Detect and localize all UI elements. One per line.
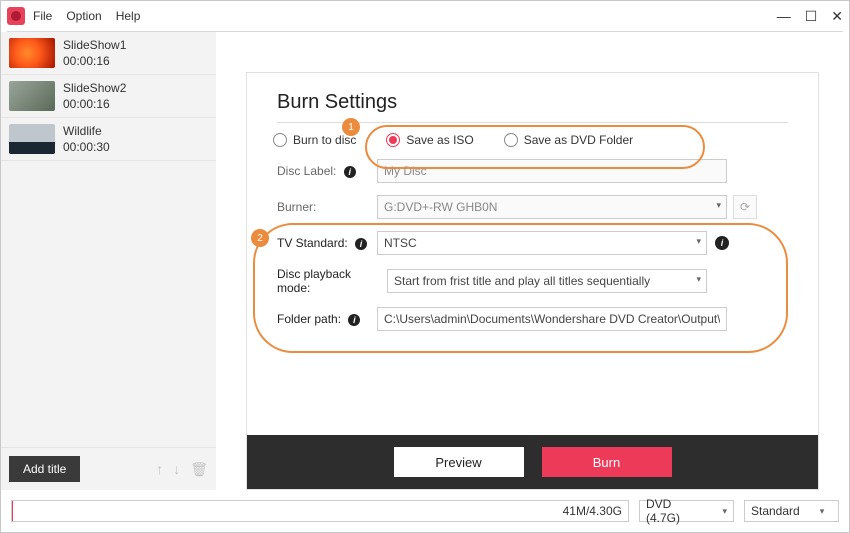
radio-label: Save as ISO <box>406 133 473 147</box>
callout-badge-2: 2 <box>251 229 269 247</box>
title-list: SlideShow1 00:00:16 SlideShow2 00:00:16 … <box>1 32 216 447</box>
sidebar-footer: Add title ↑ ↓ 🗑 <box>1 447 216 490</box>
quality-select[interactable]: Standard ▾ <box>744 500 839 522</box>
disc-size-progress: 41M/4.30G <box>11 500 629 522</box>
title-duration: 00:00:30 <box>63 140 110 154</box>
disc-size-text: 41M/4.30G <box>563 504 622 518</box>
info-icon[interactable]: i <box>715 236 729 250</box>
burn-button[interactable]: Burn <box>542 447 672 477</box>
radio-icon <box>504 133 518 147</box>
disc-type-select[interactable]: DVD (4.7G) ▾ <box>639 500 734 522</box>
callout-badge-1: 1 <box>342 118 360 136</box>
panel-title: Burn Settings <box>277 91 788 114</box>
add-title-button[interactable]: Add title <box>9 456 80 482</box>
minimize-icon[interactable]: — <box>777 8 791 24</box>
titlebar: File Option Help — ☐ ✕ <box>1 1 849 31</box>
progress-fill <box>12 501 13 521</box>
info-icon[interactable]: i <box>355 238 367 250</box>
maximize-icon[interactable]: ☐ <box>805 8 818 25</box>
info-icon[interactable]: i <box>348 314 360 326</box>
radio-save-as-dvd-folder[interactable]: Save as DVD Folder <box>504 133 633 147</box>
move-up-icon[interactable]: ↑ <box>156 461 163 478</box>
menu-file[interactable]: File <box>33 9 52 23</box>
thumbnail <box>9 81 55 111</box>
disc-type-value: DVD (4.7G) <box>646 497 702 525</box>
radio-icon <box>273 133 287 147</box>
action-bar: Preview Burn <box>247 435 818 489</box>
list-item[interactable]: SlideShow1 00:00:16 <box>1 32 216 75</box>
title-duration: 00:00:16 <box>63 54 126 68</box>
chevron-down-icon: ▾ <box>722 506 727 517</box>
chevron-down-icon: ▾ <box>820 506 825 517</box>
title-duration: 00:00:16 <box>63 97 126 111</box>
disc-label-input[interactable] <box>377 159 727 183</box>
radio-icon <box>386 133 400 147</box>
list-item[interactable]: SlideShow2 00:00:16 <box>1 75 216 118</box>
title-name: SlideShow1 <box>63 38 126 52</box>
playback-mode-select[interactable] <box>387 269 707 293</box>
burner-select[interactable] <box>377 195 727 219</box>
delete-icon[interactable]: 🗑 <box>190 461 208 478</box>
thumbnail <box>9 124 55 154</box>
folder-path-input[interactable] <box>377 307 727 331</box>
title-name: SlideShow2 <box>63 81 126 95</box>
main-area: SlideShow1 00:00:16 SlideShow2 00:00:16 … <box>1 32 849 490</box>
status-bar: 41M/4.30G DVD (4.7G) ▾ Standard ▾ <box>1 490 849 532</box>
move-down-icon[interactable]: ↓ <box>173 461 180 478</box>
quality-value: Standard <box>751 504 800 518</box>
menu-help[interactable]: Help <box>116 9 141 23</box>
app-icon <box>7 7 25 25</box>
menu-option[interactable]: Option <box>66 9 101 23</box>
thumbnail <box>9 38 55 68</box>
tv-standard-select[interactable] <box>377 231 707 255</box>
folder-path-label: Folder path: i <box>277 312 377 326</box>
info-icon[interactable]: i <box>344 166 356 178</box>
radio-burn-to-disc[interactable]: Burn to disc <box>273 133 356 147</box>
content: Burn Settings 1 2 Burn to disc <box>216 32 849 490</box>
playback-mode-label: Disc playback mode: <box>277 267 387 295</box>
burner-label: Burner: <box>277 200 377 214</box>
close-icon[interactable]: ✕ <box>831 8 843 25</box>
tv-standard-label: TV Standard: i <box>277 236 377 250</box>
title-name: Wildlife <box>63 124 110 138</box>
list-item[interactable]: Wildlife 00:00:30 <box>1 118 216 161</box>
sidebar: SlideShow1 00:00:16 SlideShow2 00:00:16 … <box>1 32 216 490</box>
refresh-burner-button[interactable]: ⟳ <box>733 195 757 219</box>
radio-save-as-iso[interactable]: Save as ISO <box>386 133 473 147</box>
radio-label: Save as DVD Folder <box>524 133 633 147</box>
disc-label-label: Disc Label: i <box>277 164 377 178</box>
burn-settings-panel: Burn Settings 1 2 Burn to disc <box>246 72 819 490</box>
preview-button[interactable]: Preview <box>394 447 524 477</box>
